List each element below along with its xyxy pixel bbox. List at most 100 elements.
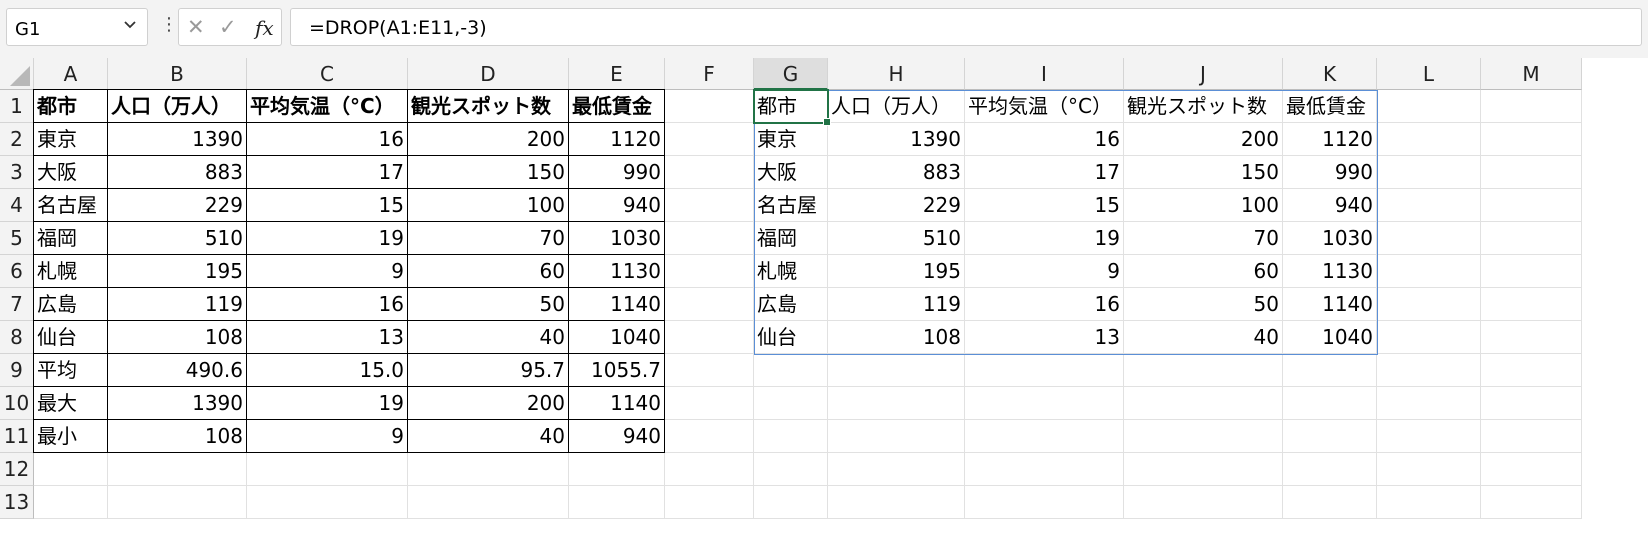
source-data-cell[interactable]: 40 bbox=[408, 321, 569, 354]
row-header-10[interactable]: 10 bbox=[0, 387, 34, 420]
source-data-cell[interactable]: 40 bbox=[408, 420, 569, 453]
column-header-d[interactable]: D bbox=[408, 58, 569, 90]
source-data-cell[interactable]: 平均 bbox=[33, 354, 108, 387]
empty-cell[interactable] bbox=[1124, 387, 1283, 420]
cancel-icon[interactable]: ✕ bbox=[187, 15, 205, 39]
empty-cell[interactable] bbox=[965, 486, 1124, 519]
row-header-4[interactable]: 4 bbox=[0, 189, 34, 222]
spill-data-cell[interactable]: 19 bbox=[965, 222, 1124, 255]
empty-cell[interactable] bbox=[665, 486, 754, 519]
spill-data-cell[interactable]: 仙台 bbox=[754, 321, 828, 354]
empty-cell[interactable] bbox=[1377, 321, 1481, 354]
empty-cell[interactable] bbox=[1481, 123, 1582, 156]
source-header-cell[interactable]: 都市 bbox=[33, 89, 108, 123]
source-data-cell[interactable]: 16 bbox=[247, 123, 408, 156]
source-data-cell[interactable]: 70 bbox=[408, 222, 569, 255]
formula-input[interactable]: =DROP(A1:E11,-3) bbox=[290, 8, 1642, 46]
source-data-cell[interactable]: 100 bbox=[408, 189, 569, 222]
row-header-8[interactable]: 8 bbox=[0, 321, 34, 354]
spill-data-cell[interactable]: 1120 bbox=[1283, 123, 1377, 156]
row-header-3[interactable]: 3 bbox=[0, 156, 34, 189]
source-data-cell[interactable]: 195 bbox=[108, 255, 247, 288]
source-data-cell[interactable]: 大阪 bbox=[33, 156, 108, 189]
column-header-c[interactable]: C bbox=[247, 58, 408, 90]
column-header-k[interactable]: K bbox=[1283, 58, 1377, 90]
empty-cell[interactable] bbox=[665, 354, 754, 387]
source-data-cell[interactable]: 119 bbox=[108, 288, 247, 321]
spill-header-cell[interactable]: 人口（万人） bbox=[828, 90, 965, 123]
empty-cell[interactable] bbox=[1481, 189, 1582, 222]
source-data-cell[interactable]: 510 bbox=[108, 222, 247, 255]
empty-cell[interactable] bbox=[1377, 90, 1481, 123]
empty-cell[interactable] bbox=[1377, 354, 1481, 387]
spill-data-cell[interactable]: 70 bbox=[1124, 222, 1283, 255]
empty-cell[interactable] bbox=[1481, 486, 1582, 519]
spill-data-cell[interactable]: 13 bbox=[965, 321, 1124, 354]
empty-cell[interactable] bbox=[828, 486, 965, 519]
empty-cell[interactable] bbox=[1377, 189, 1481, 222]
column-header-l[interactable]: L bbox=[1377, 58, 1481, 90]
empty-cell[interactable] bbox=[1283, 486, 1377, 519]
row-header-9[interactable]: 9 bbox=[0, 354, 34, 387]
spill-data-cell[interactable]: 108 bbox=[828, 321, 965, 354]
spill-data-cell[interactable]: 50 bbox=[1124, 288, 1283, 321]
row-header-6[interactable]: 6 bbox=[0, 255, 34, 288]
empty-cell[interactable] bbox=[34, 453, 108, 486]
source-data-cell[interactable]: 東京 bbox=[33, 123, 108, 156]
empty-cell[interactable] bbox=[247, 453, 408, 486]
source-data-cell[interactable]: 150 bbox=[408, 156, 569, 189]
empty-cell[interactable] bbox=[1377, 453, 1481, 486]
empty-cell[interactable] bbox=[108, 453, 247, 486]
empty-cell[interactable] bbox=[34, 486, 108, 519]
spill-data-cell[interactable]: 150 bbox=[1124, 156, 1283, 189]
empty-cell[interactable] bbox=[1124, 486, 1283, 519]
column-header-f[interactable]: F bbox=[665, 58, 754, 90]
spill-data-cell[interactable]: 940 bbox=[1283, 189, 1377, 222]
spill-data-cell[interactable]: 広島 bbox=[754, 288, 828, 321]
source-data-cell[interactable]: 1055.7 bbox=[569, 354, 665, 387]
empty-cell[interactable] bbox=[1481, 90, 1582, 123]
source-data-cell[interactable]: 福岡 bbox=[33, 222, 108, 255]
empty-cell[interactable] bbox=[965, 420, 1124, 453]
column-header-e[interactable]: E bbox=[569, 58, 665, 90]
source-data-cell[interactable]: 1130 bbox=[569, 255, 665, 288]
spill-data-cell[interactable]: 1140 bbox=[1283, 288, 1377, 321]
empty-cell[interactable] bbox=[965, 453, 1124, 486]
source-data-cell[interactable]: 1140 bbox=[569, 387, 665, 420]
empty-cell[interactable] bbox=[665, 156, 754, 189]
empty-cell[interactable] bbox=[1481, 420, 1582, 453]
empty-cell[interactable] bbox=[665, 420, 754, 453]
empty-cell[interactable] bbox=[828, 453, 965, 486]
empty-cell[interactable] bbox=[754, 486, 828, 519]
enter-icon[interactable]: ✓ bbox=[219, 15, 237, 39]
source-header-cell[interactable]: 人口（万人） bbox=[108, 89, 247, 123]
source-data-cell[interactable]: 15 bbox=[247, 189, 408, 222]
source-data-cell[interactable]: 60 bbox=[408, 255, 569, 288]
row-header-5[interactable]: 5 bbox=[0, 222, 34, 255]
spill-data-cell[interactable]: 510 bbox=[828, 222, 965, 255]
empty-cell[interactable] bbox=[754, 387, 828, 420]
empty-cell[interactable] bbox=[1481, 354, 1582, 387]
source-data-cell[interactable]: 490.6 bbox=[108, 354, 247, 387]
spill-data-cell[interactable]: 195 bbox=[828, 255, 965, 288]
source-data-cell[interactable]: 1390 bbox=[108, 123, 247, 156]
empty-cell[interactable] bbox=[1283, 387, 1377, 420]
empty-cell[interactable] bbox=[247, 486, 408, 519]
empty-cell[interactable] bbox=[1377, 288, 1481, 321]
empty-cell[interactable] bbox=[665, 222, 754, 255]
source-data-cell[interactable]: 札幌 bbox=[33, 255, 108, 288]
column-header-j[interactable]: J bbox=[1124, 58, 1283, 90]
empty-cell[interactable] bbox=[665, 453, 754, 486]
spill-header-cell[interactable]: 最低賃金 bbox=[1283, 90, 1377, 123]
empty-cell[interactable] bbox=[1377, 486, 1481, 519]
source-data-cell[interactable]: 1040 bbox=[569, 321, 665, 354]
empty-cell[interactable] bbox=[1377, 255, 1481, 288]
source-data-cell[interactable]: 940 bbox=[569, 420, 665, 453]
empty-cell[interactable] bbox=[569, 453, 665, 486]
empty-cell[interactable] bbox=[665, 288, 754, 321]
source-data-cell[interactable]: 883 bbox=[108, 156, 247, 189]
empty-cell[interactable] bbox=[1481, 156, 1582, 189]
spill-data-cell[interactable]: 1040 bbox=[1283, 321, 1377, 354]
empty-cell[interactable] bbox=[665, 123, 754, 156]
empty-cell[interactable] bbox=[665, 90, 754, 123]
